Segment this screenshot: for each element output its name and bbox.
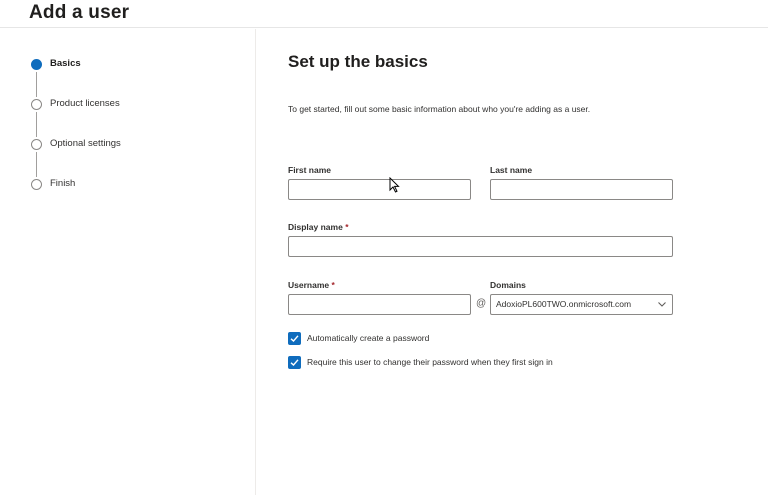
display-name-label-text: Display name bbox=[288, 222, 343, 232]
required-marker: * bbox=[331, 280, 335, 290]
required-marker: * bbox=[345, 222, 349, 232]
at-symbol: @ bbox=[476, 298, 487, 309]
section-heading: Set up the basics bbox=[288, 52, 428, 71]
domains-selected-value: AdoxioPL600TWO.onmicrosoft.com bbox=[496, 299, 632, 309]
checkbox-checked[interactable] bbox=[288, 332, 301, 345]
last-name-label: Last name bbox=[490, 165, 533, 175]
checkbox-checked[interactable] bbox=[288, 356, 301, 369]
page-header: Add a user bbox=[0, 0, 768, 28]
username-label: Username * bbox=[288, 280, 335, 290]
step-connector bbox=[36, 72, 37, 97]
first-name-label: First name bbox=[288, 165, 331, 175]
page-title: Add a user bbox=[29, 2, 130, 23]
step-connector bbox=[36, 112, 37, 137]
step-pending-indicator-icon bbox=[31, 179, 42, 190]
mouse-pointer-icon bbox=[389, 177, 400, 193]
auto-password-label: Automatically create a password bbox=[307, 333, 430, 343]
require-change-password-label: Require this user to change their passwo… bbox=[307, 357, 553, 367]
last-name-field[interactable] bbox=[490, 179, 673, 200]
intro-text: To get started, fill out some basic info… bbox=[288, 104, 591, 114]
step-connector bbox=[36, 152, 37, 177]
display-name-field[interactable] bbox=[288, 236, 673, 257]
display-name-label: Display name * bbox=[288, 222, 349, 232]
username-field[interactable] bbox=[288, 294, 471, 315]
step-label: Finish bbox=[50, 178, 76, 189]
step-current-indicator-icon bbox=[31, 59, 42, 70]
step-pending-indicator-icon bbox=[31, 139, 42, 150]
domains-dropdown[interactable]: AdoxioPL600TWO.onmicrosoft.com bbox=[490, 294, 673, 315]
step-label: Optional settings bbox=[50, 138, 121, 149]
step-pending-indicator-icon bbox=[31, 99, 42, 110]
chevron-down-icon bbox=[658, 302, 666, 307]
step-label: Basics bbox=[50, 58, 81, 69]
username-label-text: Username bbox=[288, 280, 330, 290]
checkmark-icon bbox=[290, 359, 299, 366]
first-name-field[interactable] bbox=[288, 179, 471, 200]
domains-label: Domains bbox=[490, 280, 526, 290]
checkmark-icon bbox=[290, 335, 299, 342]
step-label: Product licenses bbox=[50, 98, 120, 109]
